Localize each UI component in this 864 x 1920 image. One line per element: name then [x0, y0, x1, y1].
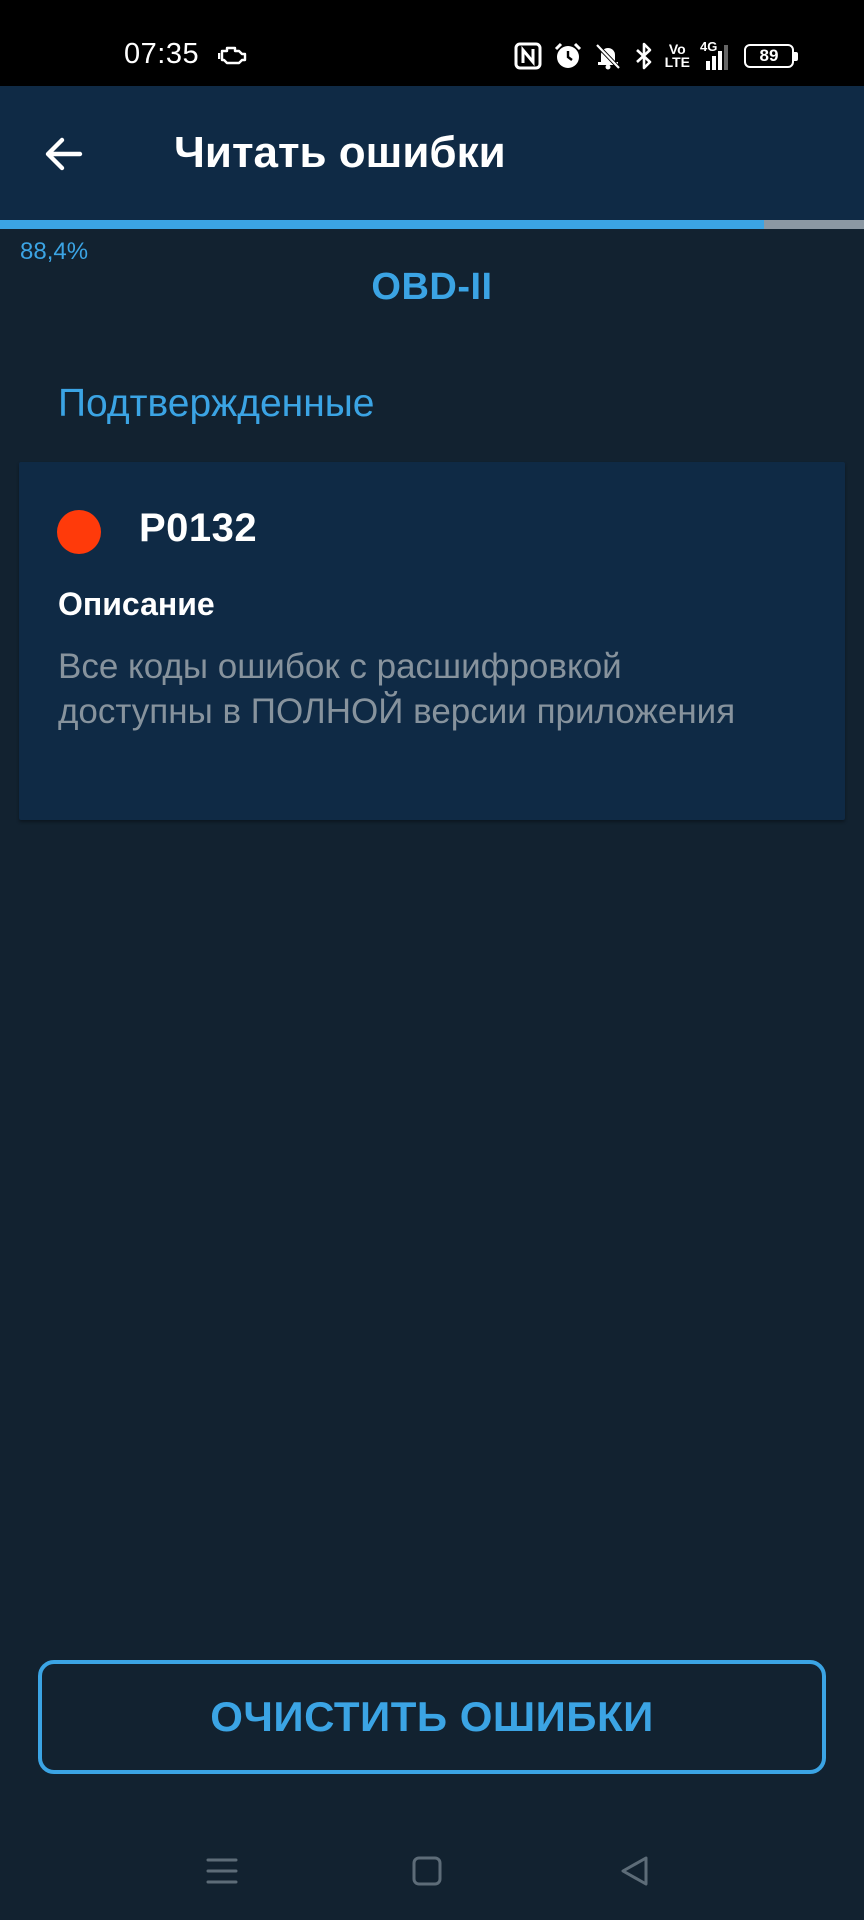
page-title: Читать ошибки: [174, 128, 506, 177]
description-label: Описание: [58, 586, 215, 622]
clear-errors-button[interactable]: ОЧИСТИТЬ ОШИБКИ: [38, 1660, 826, 1774]
nfc-icon: [514, 42, 542, 70]
section-heading-confirmed: Подтвержденные: [58, 382, 375, 425]
signal-icon: [706, 45, 728, 70]
protocol-title: OBD-II: [371, 266, 493, 308]
nav-home-button[interactable]: [402, 1846, 452, 1896]
error-code: P0132: [139, 506, 258, 550]
system-nav-bar: [0, 1820, 864, 1920]
back-triangle-icon: [621, 1856, 648, 1886]
menu-icon: [206, 1858, 238, 1884]
battery-level: 89: [759, 46, 779, 65]
status-time: 07:35: [124, 38, 200, 70]
bell-off-icon: [595, 43, 621, 70]
battery-indicator: 89: [744, 44, 798, 68]
volte-indicator: Vo LTE: [665, 41, 690, 71]
home-icon: [412, 1856, 442, 1886]
volte-line2: LTE: [664, 54, 690, 70]
error-status-dot: [57, 510, 101, 554]
bluetooth-icon: [635, 42, 651, 70]
status-bar: 07:35 Vo LTE 4G 89: [0, 0, 864, 86]
status-icons: Vo LTE 4G 89: [513, 39, 798, 72]
progress-fill: [0, 220, 764, 229]
check-engine-icon: [218, 46, 247, 65]
screen: 07:35 Vo LTE 4G 89 Читать ошибки 88,4% O…: [0, 0, 864, 1920]
description-text: Все коды ошибок с расшифровкой доступны …: [58, 647, 736, 731]
error-card[interactable]: P0132 Описание Все коды ошибок с расшифр…: [19, 462, 845, 820]
arrow-left-icon: [45, 137, 83, 171]
progress-bar: [0, 220, 864, 229]
app-bar: Читать ошибки: [0, 86, 864, 220]
nav-menu-button[interactable]: [197, 1846, 247, 1896]
progress-percent: 88,4%: [20, 238, 89, 265]
back-button[interactable]: [26, 116, 102, 192]
nav-back-button[interactable]: [610, 1846, 660, 1896]
alarm-icon: [554, 42, 581, 68]
signal-indicator: 4G: [700, 39, 734, 71]
